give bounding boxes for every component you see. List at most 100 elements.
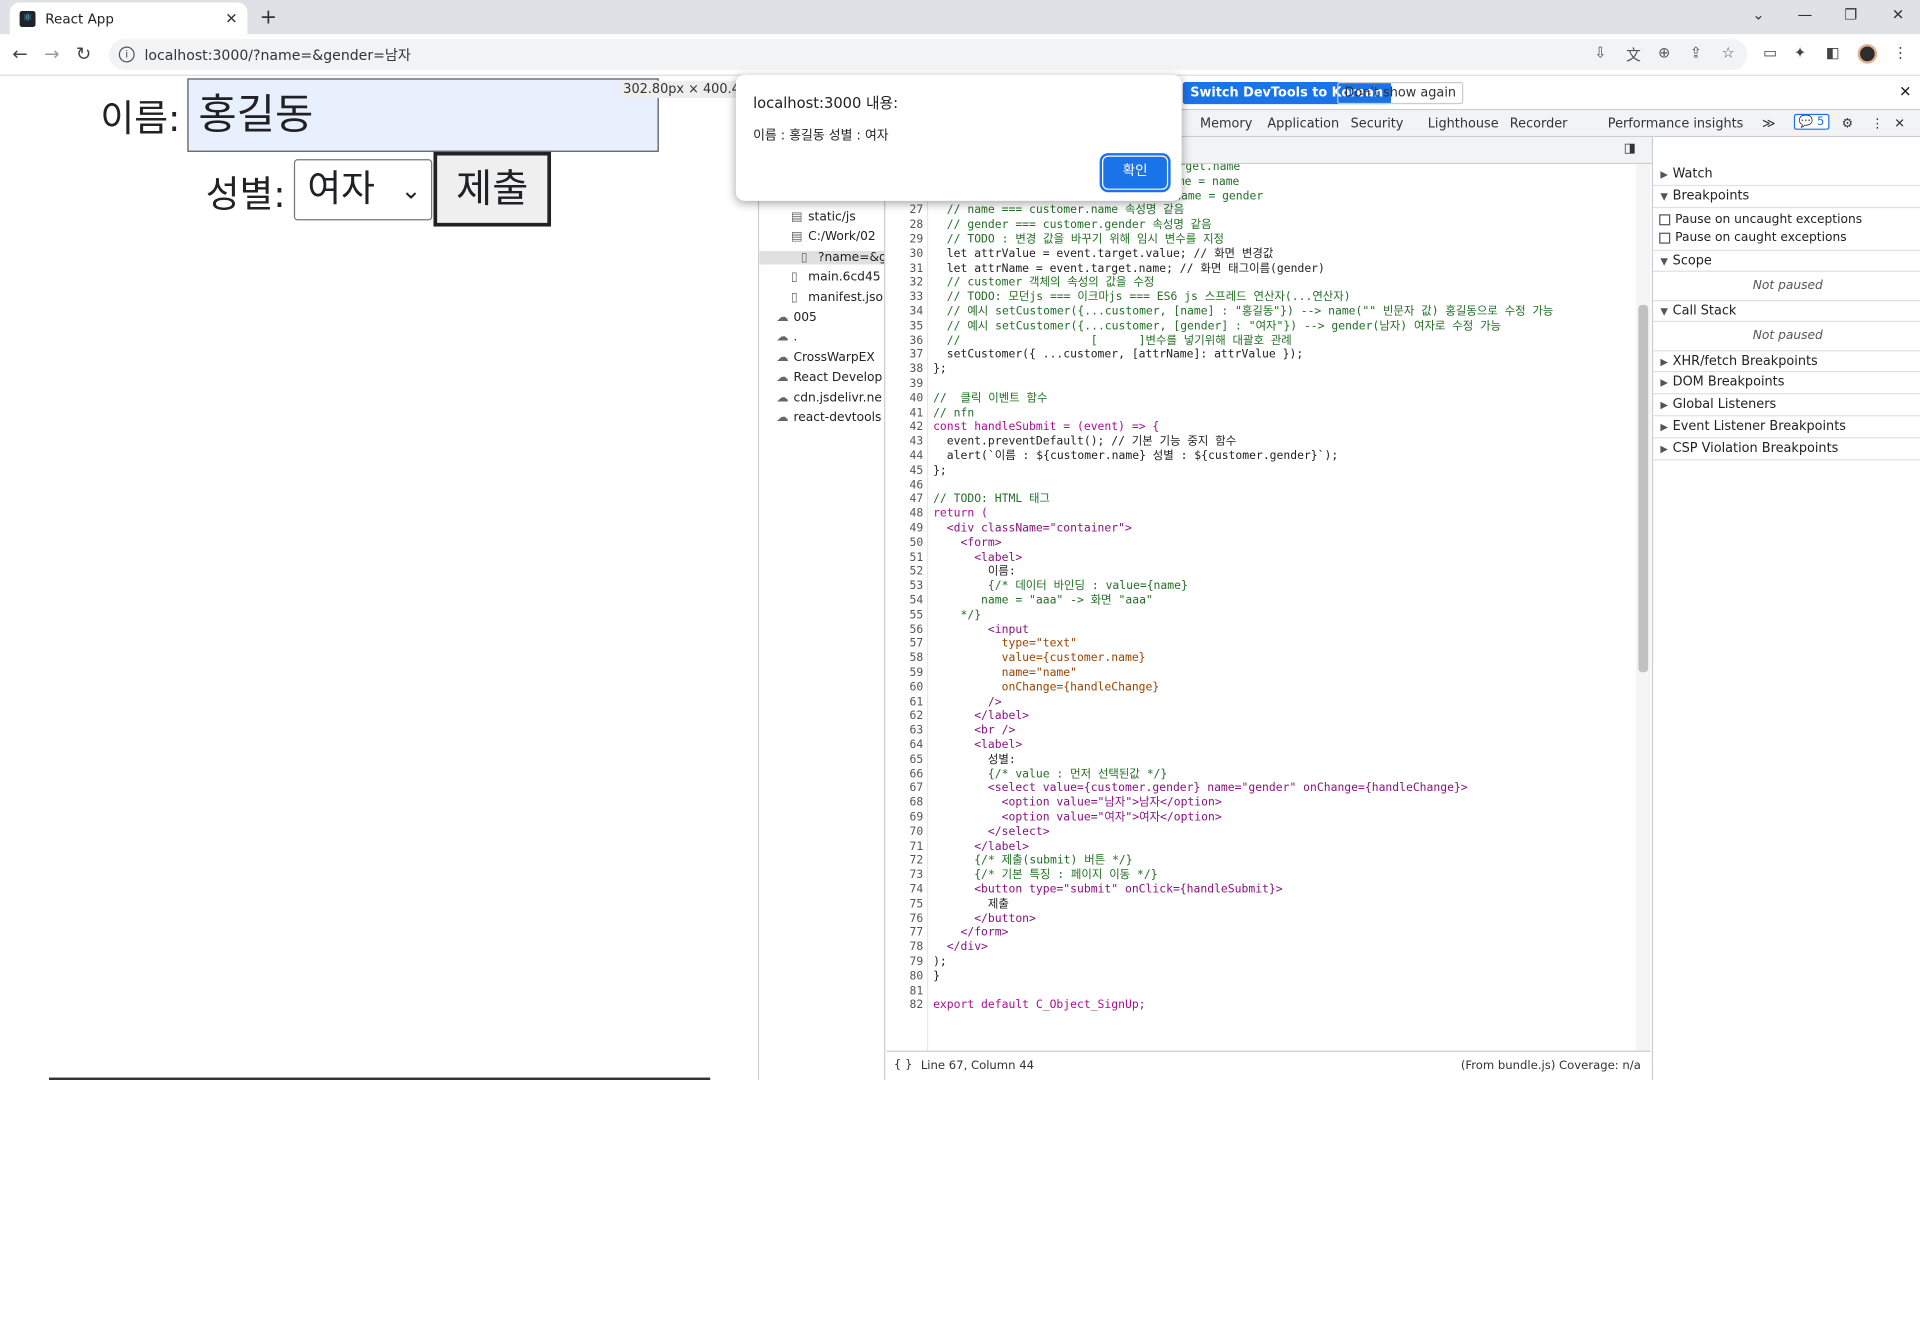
tab-memory[interactable]: Memory: [1200, 116, 1252, 131]
share-icon[interactable]: ⇪: [1690, 44, 1702, 61]
section-csp-violation-breakpoints[interactable]: ▶ CSP Violation Breakpoints: [1653, 438, 1920, 461]
issues-badge[interactable]: 💬 5: [1793, 113, 1830, 130]
code-text: // [ ]변수를 넣기위해 대괄호 관례: [933, 333, 1292, 348]
dont-show-again-button[interactable]: Don't show again: [1337, 82, 1464, 105]
section-dom-breakpoints[interactable]: ▶ DOM Breakpoints: [1653, 372, 1920, 395]
section-xhr-breakpoints[interactable]: ▶ XHR/fetch Breakpoints: [1653, 350, 1920, 373]
code-line: 69 <option value="여자">여자</option>: [887, 811, 1634, 825]
line-number: 58: [909, 651, 924, 666]
code-line: 73 {/* 기본 특징 : 페이지 이동 */}: [887, 868, 1634, 882]
extensions-icon[interactable]: ✦: [1794, 44, 1806, 61]
tree-item[interactable]: ☁ cdn.jsdelivr.ne: [776, 391, 882, 404]
more-tabs-icon[interactable]: ≫: [1762, 116, 1775, 131]
back-icon[interactable]: ←: [12, 43, 27, 65]
source-info: (From bundle.js) Coverage: n/a: [1460, 1059, 1641, 1073]
address-bar[interactable]: i localhost:3000/?name=&gender=남자: [108, 39, 1748, 70]
section-global-listeners[interactable]: ▶ Global Listeners: [1653, 394, 1920, 417]
tree-item[interactable]: ☁ React Develop: [776, 371, 882, 384]
close-window-icon[interactable]: ✕: [1892, 6, 1904, 23]
code-line: 36 // [ ]변수를 넣기위해 대괄호 관례: [887, 334, 1634, 348]
gender-label: 성별:: [205, 173, 286, 217]
reload-icon[interactable]: ↻: [76, 43, 91, 65]
tab-recorder[interactable]: Recorder: [1510, 116, 1568, 131]
line-number: 57: [909, 637, 924, 651]
tree-item-label: react-devtools: [793, 411, 882, 425]
section-scope[interactable]: ▼ Scope: [1653, 249, 1920, 272]
pause-uncaught-checkbox[interactable]: Pause on uncaught exceptions: [1659, 213, 1862, 227]
section-call-stack[interactable]: ▼ Call Stack: [1653, 300, 1920, 323]
tree-item[interactable]: ▯ ?name=&g: [759, 250, 886, 265]
submit-button[interactable]: 제출: [433, 151, 552, 227]
zoom-icon[interactable]: ⊕: [1658, 44, 1670, 61]
tree-item[interactable]: ▯ main.6cd45: [791, 271, 881, 284]
forward-icon[interactable]: →: [44, 43, 59, 65]
tree-item-label: ?name=&g: [817, 250, 886, 265]
section-event-listener-breakpoints[interactable]: ▶ Event Listener Breakpoints: [1653, 416, 1920, 439]
code-text: // 예시 setCustomer({...customer, [gender]…: [933, 319, 1502, 333]
browser-tab[interactable]: ⚛ React App ✕: [9, 2, 248, 35]
code-text: <div className="container">: [933, 521, 1132, 536]
tree-item[interactable]: ▤ static/js: [791, 211, 856, 224]
ok-button[interactable]: 확인: [1099, 153, 1171, 193]
line-number: 69: [909, 810, 924, 825]
code-text: };: [933, 463, 947, 478]
line-number: 31: [909, 261, 924, 276]
tab-search-icon[interactable]: ⌄: [1752, 6, 1764, 23]
toggle-sidebar-icon[interactable]: ◨: [1624, 141, 1636, 156]
line-number: 38: [909, 362, 924, 377]
cast-icon[interactable]: ▭: [1763, 44, 1777, 61]
code-text: 성별:: [933, 752, 1016, 767]
code-text: event.preventDefault(); // 기본 기능 중지 함수: [933, 434, 1237, 449]
tab-lighthouse[interactable]: Lighthouse: [1428, 116, 1499, 131]
tree-item[interactable]: ☁.: [776, 331, 797, 344]
tree-item[interactable]: ☁ CrossWarpEX: [776, 351, 874, 364]
code-line: 34 // 예시 setCustomer({...customer, [name…: [887, 305, 1634, 319]
restore-icon[interactable]: ❐: [1844, 6, 1857, 23]
settings-gear-icon[interactable]: ⚙: [1842, 116, 1854, 131]
section-breakpoints[interactable]: ▼ Breakpoints: [1653, 186, 1920, 209]
close-infobar-icon[interactable]: ✕: [1899, 83, 1911, 100]
devtools-menu-icon[interactable]: ⋮: [1871, 116, 1884, 131]
tree-item[interactable]: ▤ C:/Work/02: [791, 231, 876, 244]
editor-vscroll[interactable]: [1635, 164, 1651, 1063]
code-line: 80}: [887, 970, 1634, 984]
bookmark-star-icon[interactable]: ☆: [1722, 44, 1735, 61]
line-number: 78: [909, 940, 924, 955]
code-text: // TODO: HTML 태그: [933, 492, 1050, 507]
scroll-thumb[interactable]: [1638, 304, 1649, 673]
code-line: 77 </form>: [887, 926, 1634, 940]
issues-count: 5: [1816, 115, 1825, 129]
name-input[interactable]: 홍길동: [187, 78, 659, 152]
tab-performance-insights[interactable]: Performance insights: [1608, 116, 1744, 131]
tree-item[interactable]: ☁ react-devtools: [776, 411, 881, 424]
section-watch[interactable]: ▶ Watch: [1653, 164, 1920, 187]
install-icon[interactable]: ⇩: [1594, 44, 1606, 61]
minimize-icon[interactable]: —: [1798, 6, 1813, 23]
code-text: // 예시 setCustomer({...customer, [name] :…: [933, 304, 1554, 319]
code-line: 50 <form>: [887, 536, 1634, 550]
tree-item[interactable]: ☁ 005: [776, 311, 817, 324]
tree-item[interactable]: ▯ manifest.jso: [791, 291, 883, 304]
line-number: 81: [909, 984, 924, 998]
code-editor[interactable]: 24 // 화면에 반영하고 있는 태그 = event.target.name…: [886, 164, 1651, 1063]
site-info-icon[interactable]: i: [118, 46, 135, 63]
pretty-print-icon[interactable]: { }: [894, 1058, 913, 1071]
line-number: 29: [909, 232, 924, 247]
close-tab-icon[interactable]: ✕: [225, 10, 237, 27]
profile-avatar[interactable]: [1857, 44, 1878, 64]
page-viewport: 이름: 홍길동 302.80px × 400.40 성별: 여자 ⌄ 제출: [0, 75, 758, 1081]
pause-caught-checkbox[interactable]: Pause on caught exceptions: [1659, 231, 1847, 245]
translate-icon[interactable]: 文: [1626, 44, 1641, 65]
code-text: </form>: [933, 926, 1009, 940]
close-devtools-icon[interactable]: ✕: [1894, 116, 1905, 131]
tab-application[interactable]: Application: [1267, 116, 1339, 131]
line-number: 77: [909, 926, 924, 940]
gender-select[interactable]: 여자 ⌄: [293, 159, 433, 221]
tab-security[interactable]: Security: [1351, 116, 1404, 131]
new-tab-button[interactable]: +: [260, 5, 277, 29]
code-line: 41 // nfn: [887, 406, 1634, 420]
side-panel-icon[interactable]: ◧: [1826, 44, 1840, 61]
code-text: </select>: [933, 825, 1050, 839]
menu-kebab-icon[interactable]: ⋮: [1893, 44, 1908, 61]
debugger-sidebar: ▶ Watch ▼ Breakpoints Pause on uncaught ex…: [1651, 137, 1920, 1081]
